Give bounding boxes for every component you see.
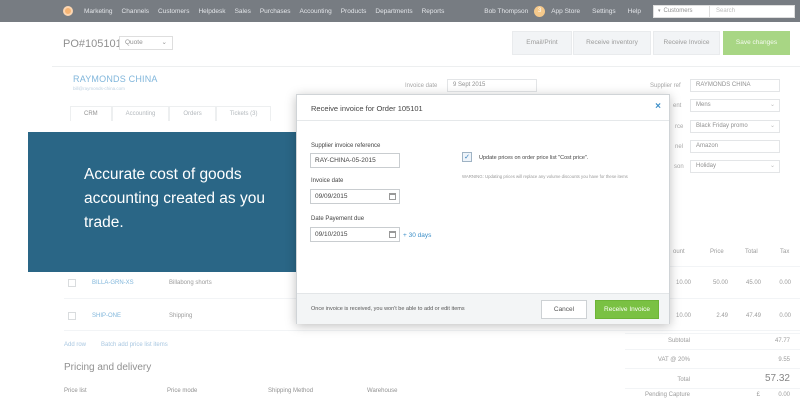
invoice-date-label: Invoice date (311, 178, 344, 184)
dialog-header: Receive invoice for Order 105101 × (297, 95, 669, 121)
invoice-date-input[interactable]: 09/09/2015 (310, 189, 400, 204)
update-prices-label: Update prices on order price list "Cost … (479, 155, 589, 161)
supplier-invoice-ref-label: Supplier invoice reference (311, 143, 381, 149)
invoice-date-value: 09/09/2015 (315, 193, 348, 200)
update-prices-checkbox[interactable]: ✓ (462, 152, 472, 162)
receive-invoice-dialog: Receive invoice for Order 105101 × Suppl… (296, 94, 670, 324)
close-icon[interactable]: × (655, 101, 661, 112)
footer-note: Once invoice is received, you won't be a… (311, 306, 465, 312)
calendar-icon[interactable] (389, 231, 396, 238)
callout-text: Accurate cost of goods accounting create… (84, 166, 265, 231)
payment-due-value: 09/10/2015 (315, 231, 348, 238)
dialog-title: Receive invoice for Order 105101 (311, 104, 423, 113)
plus-30-days-link[interactable]: + 30 days (403, 232, 431, 239)
calendar-icon[interactable] (389, 193, 396, 200)
payment-due-label: Date Payement due (311, 216, 365, 222)
payment-due-input[interactable]: 09/10/2015 (310, 227, 400, 242)
cancel-button[interactable]: Cancel (541, 300, 587, 319)
update-prices-warning: WARNING: Updating prices will replace an… (462, 174, 628, 179)
receive-invoice-submit-button[interactable]: Receive Invoice (595, 300, 659, 319)
supplier-invoice-ref-input[interactable]: RAY-CHINA-05-2015 (310, 153, 400, 168)
dialog-footer: Once invoice is received, you won't be a… (297, 293, 669, 324)
